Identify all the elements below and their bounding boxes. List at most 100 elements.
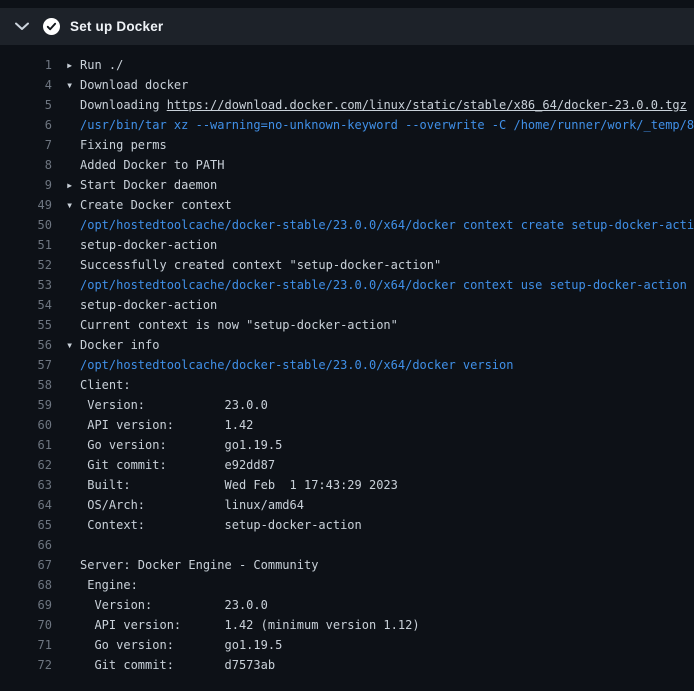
- log-text: Version: 23.0.0: [80, 598, 268, 612]
- line-number[interactable]: 62: [0, 455, 52, 475]
- line-content: Successfully created context "setup-dock…: [52, 255, 441, 275]
- line-content: /opt/hostedtoolcache/docker-stable/23.0.…: [52, 355, 513, 375]
- line-content: ▸Run ./: [52, 55, 123, 75]
- line-number[interactable]: 54: [0, 295, 52, 315]
- line-number[interactable]: 49: [0, 195, 52, 215]
- line-content: Git commit: d7573ab: [52, 655, 275, 675]
- log-line[interactable]: 9▸Start Docker daemon: [0, 175, 694, 195]
- log-line[interactable]: 56▾Docker info: [0, 335, 694, 355]
- group-collapsed-icon[interactable]: ▸: [66, 175, 80, 195]
- log-line[interactable]: 1▸Run ./: [0, 55, 694, 75]
- group-title[interactable]: Run ./: [80, 58, 123, 72]
- chevron-down-icon[interactable]: [14, 19, 30, 35]
- group-expanded-icon[interactable]: ▾: [66, 75, 80, 95]
- log-line: 67Server: Docker Engine - Community: [0, 555, 694, 575]
- log-url-link[interactable]: https://download.docker.com/linux/static…: [167, 98, 687, 112]
- group-collapsed-icon[interactable]: ▸: [66, 55, 80, 75]
- line-content: OS/Arch: linux/amd64: [52, 495, 304, 515]
- line-number[interactable]: 58: [0, 375, 52, 395]
- log-line: 64 OS/Arch: linux/amd64: [0, 495, 694, 515]
- line-number[interactable]: 6: [0, 115, 52, 135]
- line-content: Fixing perms: [52, 135, 167, 155]
- step-title: Set up Docker: [70, 19, 163, 34]
- log-line: 55 Current context is now "setup-docker-a…: [0, 315, 694, 335]
- line-number[interactable]: 50: [0, 215, 52, 235]
- group-expanded-icon[interactable]: ▾: [66, 195, 80, 215]
- line-number[interactable]: 66: [0, 535, 52, 555]
- log-text: setup-docker-action: [80, 238, 217, 252]
- line-number[interactable]: 4: [0, 75, 52, 95]
- line-number[interactable]: 7: [0, 135, 52, 155]
- line-number[interactable]: 59: [0, 395, 52, 415]
- line-content: Version: 23.0.0: [52, 395, 268, 415]
- group-expanded-icon[interactable]: ▾: [66, 335, 80, 355]
- line-number[interactable]: 8: [0, 155, 52, 175]
- line-number[interactable]: 57: [0, 355, 52, 375]
- log-text: API version: 1.42 (minimum version 1.12): [80, 618, 420, 632]
- line-number[interactable]: 51: [0, 235, 52, 255]
- log-line: 70 API version: 1.42 (minimum version 1.…: [0, 615, 694, 635]
- log-text: Version: 23.0.0: [80, 398, 268, 412]
- line-content: ▸Start Docker daemon: [52, 175, 217, 195]
- log-text: Built: Wed Feb 1 17:43:29 2023: [80, 478, 398, 492]
- group-title[interactable]: Docker info: [80, 338, 159, 352]
- log-text: Current context is now "setup-docker-act…: [80, 318, 398, 332]
- line-number[interactable]: 64: [0, 495, 52, 515]
- log-line: 8Added Docker to PATH: [0, 155, 694, 175]
- line-number[interactable]: 72: [0, 655, 52, 675]
- log-line: 66: [0, 535, 694, 555]
- log-text: Successfully created context "setup-dock…: [80, 258, 441, 272]
- log-line[interactable]: 49▾Create Docker context: [0, 195, 694, 215]
- line-number[interactable]: 65: [0, 515, 52, 535]
- log-line: 60 API version: 1.42: [0, 415, 694, 435]
- log-text: Client:: [80, 378, 131, 392]
- group-title[interactable]: Start Docker daemon: [80, 178, 217, 192]
- group-title[interactable]: Download docker: [80, 78, 188, 92]
- log-line: 68 Engine:: [0, 575, 694, 595]
- log-line: 58 Client:: [0, 375, 694, 395]
- line-number[interactable]: 69: [0, 595, 52, 615]
- line-number[interactable]: 67: [0, 555, 52, 575]
- line-number[interactable]: 1: [0, 55, 52, 75]
- line-number[interactable]: 53: [0, 275, 52, 295]
- line-content: Engine:: [52, 575, 138, 595]
- line-number[interactable]: 71: [0, 635, 52, 655]
- line-number[interactable]: 68: [0, 575, 52, 595]
- step-header[interactable]: Set up Docker: [0, 8, 694, 45]
- line-content: ▾Download docker: [52, 75, 188, 95]
- line-number[interactable]: 63: [0, 475, 52, 495]
- line-content: Context: setup-docker-action: [52, 515, 362, 535]
- line-number[interactable]: 52: [0, 255, 52, 275]
- actions-log-viewer: Set up Docker 1▸Run ./4▾Download docker5…: [0, 8, 694, 675]
- log-line: 53/opt/hostedtoolcache/docker-stable/23.…: [0, 275, 694, 295]
- log-line: 7Fixing perms: [0, 135, 694, 155]
- line-number[interactable]: 55: [0, 315, 52, 335]
- log-text: Engine:: [80, 578, 138, 592]
- line-number[interactable]: 61: [0, 435, 52, 455]
- command-text: /opt/hostedtoolcache/docker-stable/23.0.…: [80, 278, 687, 292]
- log-line: 65 Context: setup-docker-action: [0, 515, 694, 535]
- line-number[interactable]: 9: [0, 175, 52, 195]
- line-content: Server: Docker Engine - Community: [52, 555, 318, 575]
- log-line: 5Downloading https://download.docker.com…: [0, 95, 694, 115]
- log-line: 50/opt/hostedtoolcache/docker-stable/23.…: [0, 215, 694, 235]
- line-number[interactable]: 60: [0, 415, 52, 435]
- check-circle-icon: [42, 18, 60, 36]
- line-content: Client:: [52, 375, 131, 395]
- line-content: ▾Docker info: [52, 335, 159, 355]
- line-number[interactable]: 56: [0, 335, 52, 355]
- log-text: OS/Arch: linux/amd64: [80, 498, 304, 512]
- line-content: Go version: go1.19.5: [52, 435, 282, 455]
- log-text: Go version: go1.19.5: [80, 438, 282, 452]
- log-text: Context: setup-docker-action: [80, 518, 362, 532]
- log-line: 6/usr/bin/tar xz --warning=no-unknown-ke…: [0, 115, 694, 135]
- line-number[interactable]: 70: [0, 615, 52, 635]
- log-line: 51 setup-docker-action: [0, 235, 694, 255]
- line-content: Added Docker to PATH: [52, 155, 225, 175]
- line-number[interactable]: 5: [0, 95, 52, 115]
- log-line[interactable]: 4▾Download docker: [0, 75, 694, 95]
- line-content: ▾Create Docker context: [52, 195, 232, 215]
- line-content: setup-docker-action: [52, 235, 217, 255]
- log-line: 54setup-docker-action: [0, 295, 694, 315]
- group-title[interactable]: Create Docker context: [80, 198, 232, 212]
